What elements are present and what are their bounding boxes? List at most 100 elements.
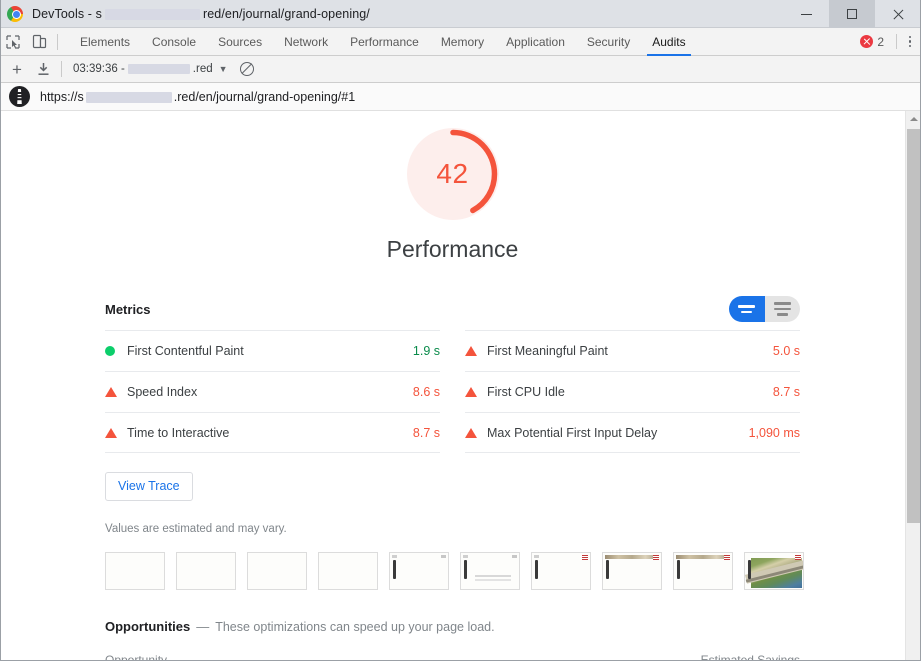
table-row[interactable]: First Meaningful Paint 5.0 s [465,330,800,371]
column-header-savings: Estimated Savings [701,653,800,661]
maximize-button[interactable] [829,0,875,28]
tab-console[interactable]: Console [141,28,207,56]
toggle-expanded-view-button[interactable] [729,296,765,322]
metrics-view-toggle [729,296,800,322]
table-row[interactable]: Time to Interactive 8.7 s [105,412,440,453]
report-selector[interactable]: 03:39:36 - .red ▼ [73,63,228,75]
metrics-columns: First Contentful Paint 1.9 s Speed Index… [105,330,800,453]
new-audit-button[interactable]: + [4,56,30,82]
metric-value: 8.6 s [413,385,440,399]
minimize-icon [801,14,812,15]
download-import-icon [37,62,50,76]
score-value: 42 [407,128,499,220]
scrollbar-thumb[interactable] [907,129,921,523]
maximize-icon [847,9,857,19]
status-fail-icon [465,387,487,397]
filmstrip-frame [318,552,378,590]
report-scroll-area: 42 Performance Metrics First Contentful … [0,111,905,661]
metric-name: Time to Interactive [127,426,413,440]
status-fail-icon [105,428,127,438]
metric-name: First Meaningful Paint [487,344,773,358]
close-icon [892,8,904,20]
toggle-collapsed-view-button[interactable] [765,296,801,322]
vertical-scrollbar[interactable] [905,111,921,661]
kebab-menu-icon[interactable] [903,34,917,50]
status-pass-icon [105,346,127,356]
filmstrip [105,552,800,590]
table-row[interactable]: Speed Index 8.6 s [105,371,440,412]
opportunities-dash: — [196,619,209,634]
table-row[interactable]: Max Potential First Input Delay 1,090 ms [465,412,800,453]
error-icon [860,35,873,48]
status-fail-icon [465,428,487,438]
opportunities-column-headers: Opportunity Estimated Savings [105,653,800,661]
metrics-title: Metrics [105,302,151,317]
score-gauge-block: 42 Performance [0,128,905,263]
audits-toolbar-divider [61,61,62,77]
tab-sources[interactable]: Sources [207,28,273,56]
report-url-suffix: .red/en/journal/grand-opening/#1 [174,90,355,104]
inspect-cursor-icon [6,35,20,49]
filmstrip-frame [105,552,165,590]
inspect-element-button[interactable] [0,29,26,55]
filmstrip-frame [247,552,307,590]
table-row[interactable]: First Contentful Paint 1.9 s [105,330,440,371]
metric-value: 5.0 s [773,344,800,358]
score-category-label: Performance [387,236,519,263]
filmstrip-frame [389,552,449,590]
table-row[interactable]: First CPU Idle 8.7 s [465,371,800,412]
report-url-header: https://s .red/en/journal/grand-opening/#… [0,83,921,111]
metrics-right-column: First Meaningful Paint 5.0 s First CPU I… [465,330,800,453]
estimate-note: Values are estimated and may vary. [105,523,800,535]
close-button[interactable] [875,0,921,28]
metrics-left-column: First Contentful Paint 1.9 s Speed Index… [105,330,440,453]
import-report-button[interactable] [30,56,56,82]
filmstrip-frame [744,552,804,590]
tab-security[interactable]: Security [576,28,641,56]
window-title-suffix: red/en/journal/grand-opening/ [203,7,370,21]
tab-memory[interactable]: Memory [430,28,495,56]
error-badge[interactable]: 2 [860,35,884,49]
window-titlebar: DevTools - s red/en/journal/grand-opening… [0,0,921,28]
scroll-up-button[interactable] [906,111,921,126]
metric-value: 1,090 ms [749,426,800,440]
metric-name: Speed Index [127,385,413,399]
metric-name: Max Potential First Input Delay [487,426,749,440]
toolbar-divider-right [896,34,897,49]
audits-panel-toolbar: + 03:39:36 - .red ▼ [0,56,921,83]
lighthouse-icon [9,86,30,107]
device-toolbar-icon [32,34,47,49]
metric-value: 8.7 s [413,426,440,440]
tab-audits[interactable]: Audits [641,28,696,56]
redacted-url-domain [86,92,172,103]
view-trace-button[interactable]: View Trace [105,472,193,501]
report-selector-time: 03:39:36 - [73,63,125,75]
report-url-prefix: https://s [40,90,84,104]
window-title-prefix: DevTools - s [32,7,102,21]
report-url: https://s .red/en/journal/grand-opening/#… [40,90,355,104]
filmstrip-frame [602,552,662,590]
minimize-button[interactable] [783,0,829,28]
report-selector-domain: .red [193,63,213,75]
filmstrip-frame [531,552,591,590]
toolbar-divider [57,34,58,50]
redacted-report-domain [128,64,190,74]
window-controls [783,0,921,28]
metric-value: 8.7 s [773,385,800,399]
tab-elements[interactable]: Elements [69,28,141,56]
clear-all-icon[interactable] [240,62,254,76]
opportunities-subtitle: These optimizations can speed up your pa… [215,620,494,634]
chevron-down-icon: ▼ [219,64,228,74]
tab-application[interactable]: Application [495,28,576,56]
redacted-domain [105,9,200,20]
window-title: DevTools - s red/en/journal/grand-opening… [32,0,370,28]
metric-value: 1.9 s [413,344,440,358]
filmstrip-frame [460,552,520,590]
metric-name: First Contentful Paint [127,344,413,358]
filmstrip-frame [673,552,733,590]
device-toolbar-button[interactable] [26,29,52,55]
tab-network[interactable]: Network [273,28,339,56]
devtools-panel-tabs: Elements Console Sources Network Perform… [69,28,697,56]
tab-performance[interactable]: Performance [339,28,430,56]
plus-icon: + [12,61,22,78]
